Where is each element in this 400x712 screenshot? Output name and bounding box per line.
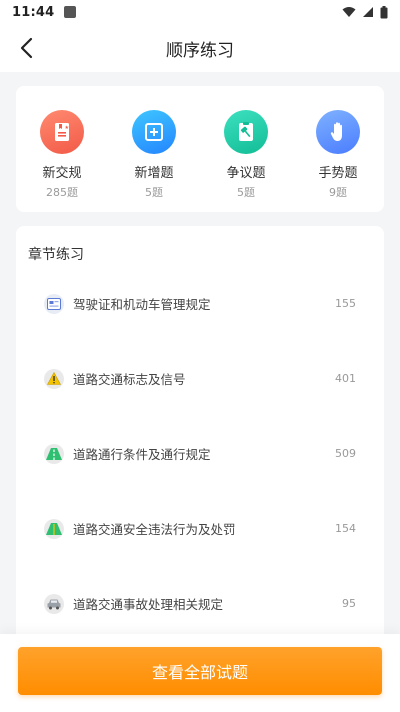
chapter-practice-card: 章节练习 驾驶证和机动车管理规定 155 道路交通标志及信号 401 道路通行条… bbox=[16, 226, 384, 656]
chapter-item-violations[interactable]: 道路交通安全违法行为及处罚 154 bbox=[28, 491, 372, 566]
back-arrow-icon bbox=[20, 37, 33, 59]
chapter-name: 道路交通事故处理相关规定 bbox=[73, 597, 224, 612]
view-all-questions-button[interactable]: 查看全部试题 bbox=[18, 647, 382, 695]
quick-entry-new-rules[interactable]: ★ 新交规 285题 bbox=[22, 110, 102, 200]
header: 顺序练习 bbox=[0, 24, 400, 72]
quick-entry-count: 5题 bbox=[237, 186, 255, 199]
notification-icon bbox=[64, 6, 77, 18]
quick-entry-label: 新交规 bbox=[42, 166, 82, 181]
quick-entry-gestures[interactable]: 手势题 9题 bbox=[298, 110, 378, 200]
quick-entry-card: ★ 新交规 285题 新增题 5题 争议题 5题 手势题 9题 bbox=[16, 86, 384, 212]
chapter-name: 道路通行条件及通行规定 bbox=[73, 447, 211, 462]
status-icons bbox=[342, 5, 388, 19]
chapter-item-road-conditions[interactable]: 道路通行条件及通行规定 509 bbox=[28, 416, 372, 491]
license-card-icon bbox=[44, 293, 64, 314]
car-accident-icon bbox=[44, 593, 64, 614]
battery-icon bbox=[380, 5, 388, 18]
chapter-count: 95 bbox=[342, 597, 356, 610]
quick-entry-label: 手势题 bbox=[318, 166, 358, 181]
svg-text:★: ★ bbox=[65, 125, 70, 131]
quick-entry-new-questions[interactable]: 新增题 5题 bbox=[114, 110, 194, 200]
chapter-item-license[interactable]: 驾驶证和机动车管理规定 155 bbox=[28, 266, 372, 341]
chapter-section-title: 章节练习 bbox=[28, 247, 84, 263]
quick-entry-label: 争议题 bbox=[226, 166, 266, 181]
warning-sign-icon bbox=[44, 368, 64, 389]
quick-entry-count: 285题 bbox=[46, 186, 78, 199]
chapter-item-signs[interactable]: 道路交通标志及信号 401 bbox=[28, 341, 372, 416]
quick-entry-count: 5题 bbox=[145, 186, 163, 199]
new-rules-book-icon: ★ bbox=[40, 110, 84, 154]
chapter-count: 154 bbox=[335, 522, 356, 535]
plus-square-icon bbox=[132, 110, 176, 154]
quick-entry-disputed[interactable]: 争议题 5题 bbox=[206, 110, 286, 200]
chapter-list: 驾驶证和机动车管理规定 155 道路交通标志及信号 401 道路通行条件及通行规… bbox=[28, 282, 372, 656]
chapter-count: 401 bbox=[335, 372, 356, 385]
chapter-item-accidents[interactable]: 道路交通事故处理相关规定 95 bbox=[28, 566, 372, 641]
chapter-count: 509 bbox=[335, 447, 356, 460]
wifi-icon bbox=[342, 7, 356, 17]
back-button[interactable] bbox=[14, 36, 38, 60]
signal-icon bbox=[363, 7, 373, 17]
quick-entry-count: 9题 bbox=[329, 186, 347, 199]
bottom-action-bar: 查看全部试题 bbox=[0, 634, 400, 712]
hand-icon bbox=[316, 110, 360, 154]
road-icon bbox=[44, 443, 64, 464]
status-bar: 11:44 bbox=[0, 0, 400, 24]
chapter-count: 155 bbox=[335, 297, 356, 310]
gavel-icon bbox=[224, 110, 268, 154]
chapter-name: 道路交通标志及信号 bbox=[73, 372, 186, 387]
main-content: ★ 新交规 285题 新增题 5题 争议题 5题 手势题 9题 章节练习 驾驶证… bbox=[0, 72, 400, 656]
chapter-name: 道路交通安全违法行为及处罚 bbox=[73, 522, 236, 537]
road-violation-icon bbox=[44, 518, 64, 539]
page-title: 顺序练习 bbox=[166, 40, 234, 61]
status-time: 11:44 bbox=[12, 4, 55, 20]
chapter-name: 驾驶证和机动车管理规定 bbox=[73, 297, 211, 312]
quick-entry-label: 新增题 bbox=[134, 166, 174, 181]
